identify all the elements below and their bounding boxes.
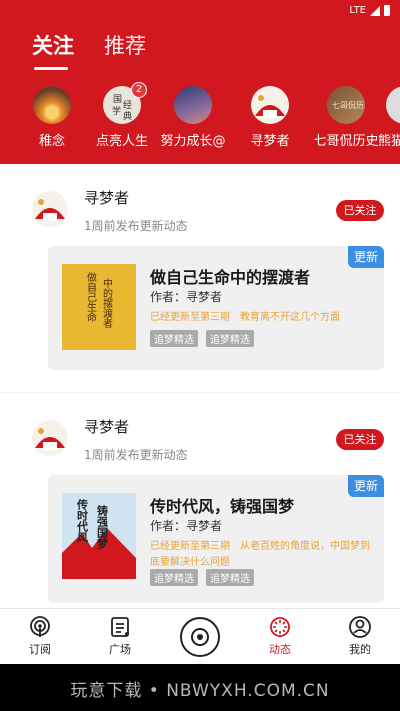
battery-icon (384, 5, 390, 16)
feed-list: 寻梦者 1周前发布更新动态 已关注 更新 中的摆渡者 做自己生命 做自己生命中的… (0, 164, 400, 608)
post-time: 1周前发布更新动态 (84, 219, 188, 233)
followed-button[interactable]: 已关注 (336, 429, 384, 450)
followed-author-item[interactable]: 寻梦者 (230, 84, 310, 149)
followed-author-name: 熊猫 (378, 134, 400, 149)
dream-seeker-avatar[interactable] (32, 420, 68, 456)
history-avatar: 七哥侃历史 (327, 86, 365, 124)
book-title: 做自己生命中的摆渡者 (150, 268, 311, 287)
author-name[interactable]: 寻梦者 (84, 187, 129, 208)
dream-seeker-avatar (251, 86, 289, 124)
nav-square[interactable]: 广场 (90, 615, 150, 657)
nav-subscribe[interactable]: 订阅 (10, 615, 70, 657)
status-bar: LTE (349, 5, 390, 16)
sunset-avatar (33, 86, 71, 124)
book-author: 作者：寻梦者 (150, 290, 223, 304)
followed-author-item[interactable]: 稚念 (12, 84, 92, 149)
followed-author-name: 寻梦者 (250, 134, 290, 149)
svg-text:做自己生命: 做自己生命 (85, 271, 97, 323)
svg-text:铸强国梦: 铸强国梦 (96, 504, 109, 550)
bottom-nav: 订阅 广场 动态 我的 (0, 608, 400, 664)
followed-author-name: 点亮人生 (95, 134, 148, 149)
followed-author-name: 七哥侃历史 (313, 134, 379, 149)
followed-author-name: 稚念 (38, 134, 65, 149)
top-tabs: 关注 推荐 (32, 30, 146, 70)
signal-icon (370, 5, 380, 16)
dream-seeker-avatar[interactable] (32, 191, 68, 227)
book-update-card[interactable]: 更新 铸强国梦 传时代风 传时代风，铸强国梦 作者：寻梦者 已经更新至第三期 从… (48, 475, 384, 603)
books-avatar: 国 经 学 典 2 (103, 82, 147, 124)
book-update-info: 已经更新至第三期 教育离不开这几个方面 (150, 312, 340, 323)
update-tag: 更新 (348, 246, 384, 268)
book-author: 作者：寻梦者 (150, 519, 223, 533)
feed-card: 寻梦者 1周前发布更新动态 已关注 更新 铸强国梦 传时代风 传时代风，铸强国梦… (0, 393, 400, 608)
author-name[interactable]: 寻梦者 (84, 416, 129, 437)
book-tag: 追梦精选 (150, 330, 198, 347)
book-cover: 铸强国梦 传时代风 (62, 493, 136, 579)
book-tags: 追梦精选 追梦精选 (150, 569, 254, 586)
update-tag: 更新 (348, 475, 384, 497)
svg-text:传时代风: 传时代风 (76, 498, 90, 544)
followed-author-item[interactable]: 七哥侃历史 七哥侃历史 (306, 84, 386, 149)
tab-recommend[interactable]: 推荐 (104, 30, 146, 60)
panda-avatar (386, 86, 400, 124)
followed-author-item[interactable]: 努力成长@ (153, 84, 233, 149)
nav-dynamic-label: 动态 (269, 643, 291, 656)
followed-authors-row: 稚念 国 经 学 典 2 点亮人生 努力成长@ 寻梦者 七哥侃历 七哥侃历史 熊… (0, 82, 400, 149)
book-cover: 中的摆渡者 做自己生命 (62, 264, 136, 350)
followed-author-item[interactable]: 熊猫 (378, 84, 400, 149)
nav-mine[interactable]: 我的 (330, 615, 390, 657)
list-icon (111, 617, 129, 637)
dynamic-icon (270, 617, 290, 637)
book-title: 传时代风，铸强国梦 (150, 497, 295, 516)
nav-subscribe-label: 订阅 (29, 643, 51, 656)
header: LTE 关注 推荐 稚念 国 经 学 典 2 点亮人生 努力成长@ 寻梦者 七哥… (0, 0, 400, 164)
nav-dynamic[interactable]: 动态 (250, 615, 310, 657)
followed-author-item[interactable]: 国 经 学 典 2 点亮人生 (82, 82, 162, 149)
user-icon (349, 616, 371, 638)
book-tag: 追梦精选 (206, 569, 254, 586)
book-update-info: 已经更新至第三期 从老百姓的角度说，中国梦到底要解决什么问题 (150, 541, 370, 568)
post-time: 1周前发布更新动态 (84, 448, 188, 462)
unread-badge: 2 (131, 82, 147, 98)
book-tags: 追梦精选 追梦精选 (150, 330, 254, 347)
watermark: 玩意下载 • NBWYXH.COM.CN (70, 681, 330, 701)
svg-text:学: 学 (112, 105, 121, 117)
tab-follow[interactable]: 关注 (32, 30, 74, 70)
feed-card: 寻梦者 1周前发布更新动态 已关注 更新 中的摆渡者 做自己生命 做自己生命中的… (0, 164, 400, 392)
svg-text:国: 国 (113, 94, 122, 105)
book-tag: 追梦精选 (206, 330, 254, 347)
followed-button[interactable]: 已关注 (336, 200, 384, 221)
svg-text:典: 典 (123, 110, 132, 122)
book-tag: 追梦精选 (150, 569, 198, 586)
podcast-icon (30, 616, 50, 637)
nav-mine-label: 我的 (349, 643, 371, 656)
network-label: LTE (349, 5, 366, 16)
svg-text:经: 经 (123, 99, 132, 111)
disc-icon[interactable] (180, 617, 220, 657)
svg-text:中的摆渡者: 中的摆渡者 (101, 277, 113, 329)
followed-author-name: 努力成长@ (160, 134, 226, 149)
svg-text:七哥侃历史: 七哥侃历史 (332, 100, 365, 110)
starry-sky-avatar (174, 86, 212, 124)
nav-square-label: 广场 (109, 643, 131, 656)
book-update-card[interactable]: 更新 中的摆渡者 做自己生命 做自己生命中的摆渡者 作者：寻梦者 已经更新至第三… (48, 246, 384, 370)
